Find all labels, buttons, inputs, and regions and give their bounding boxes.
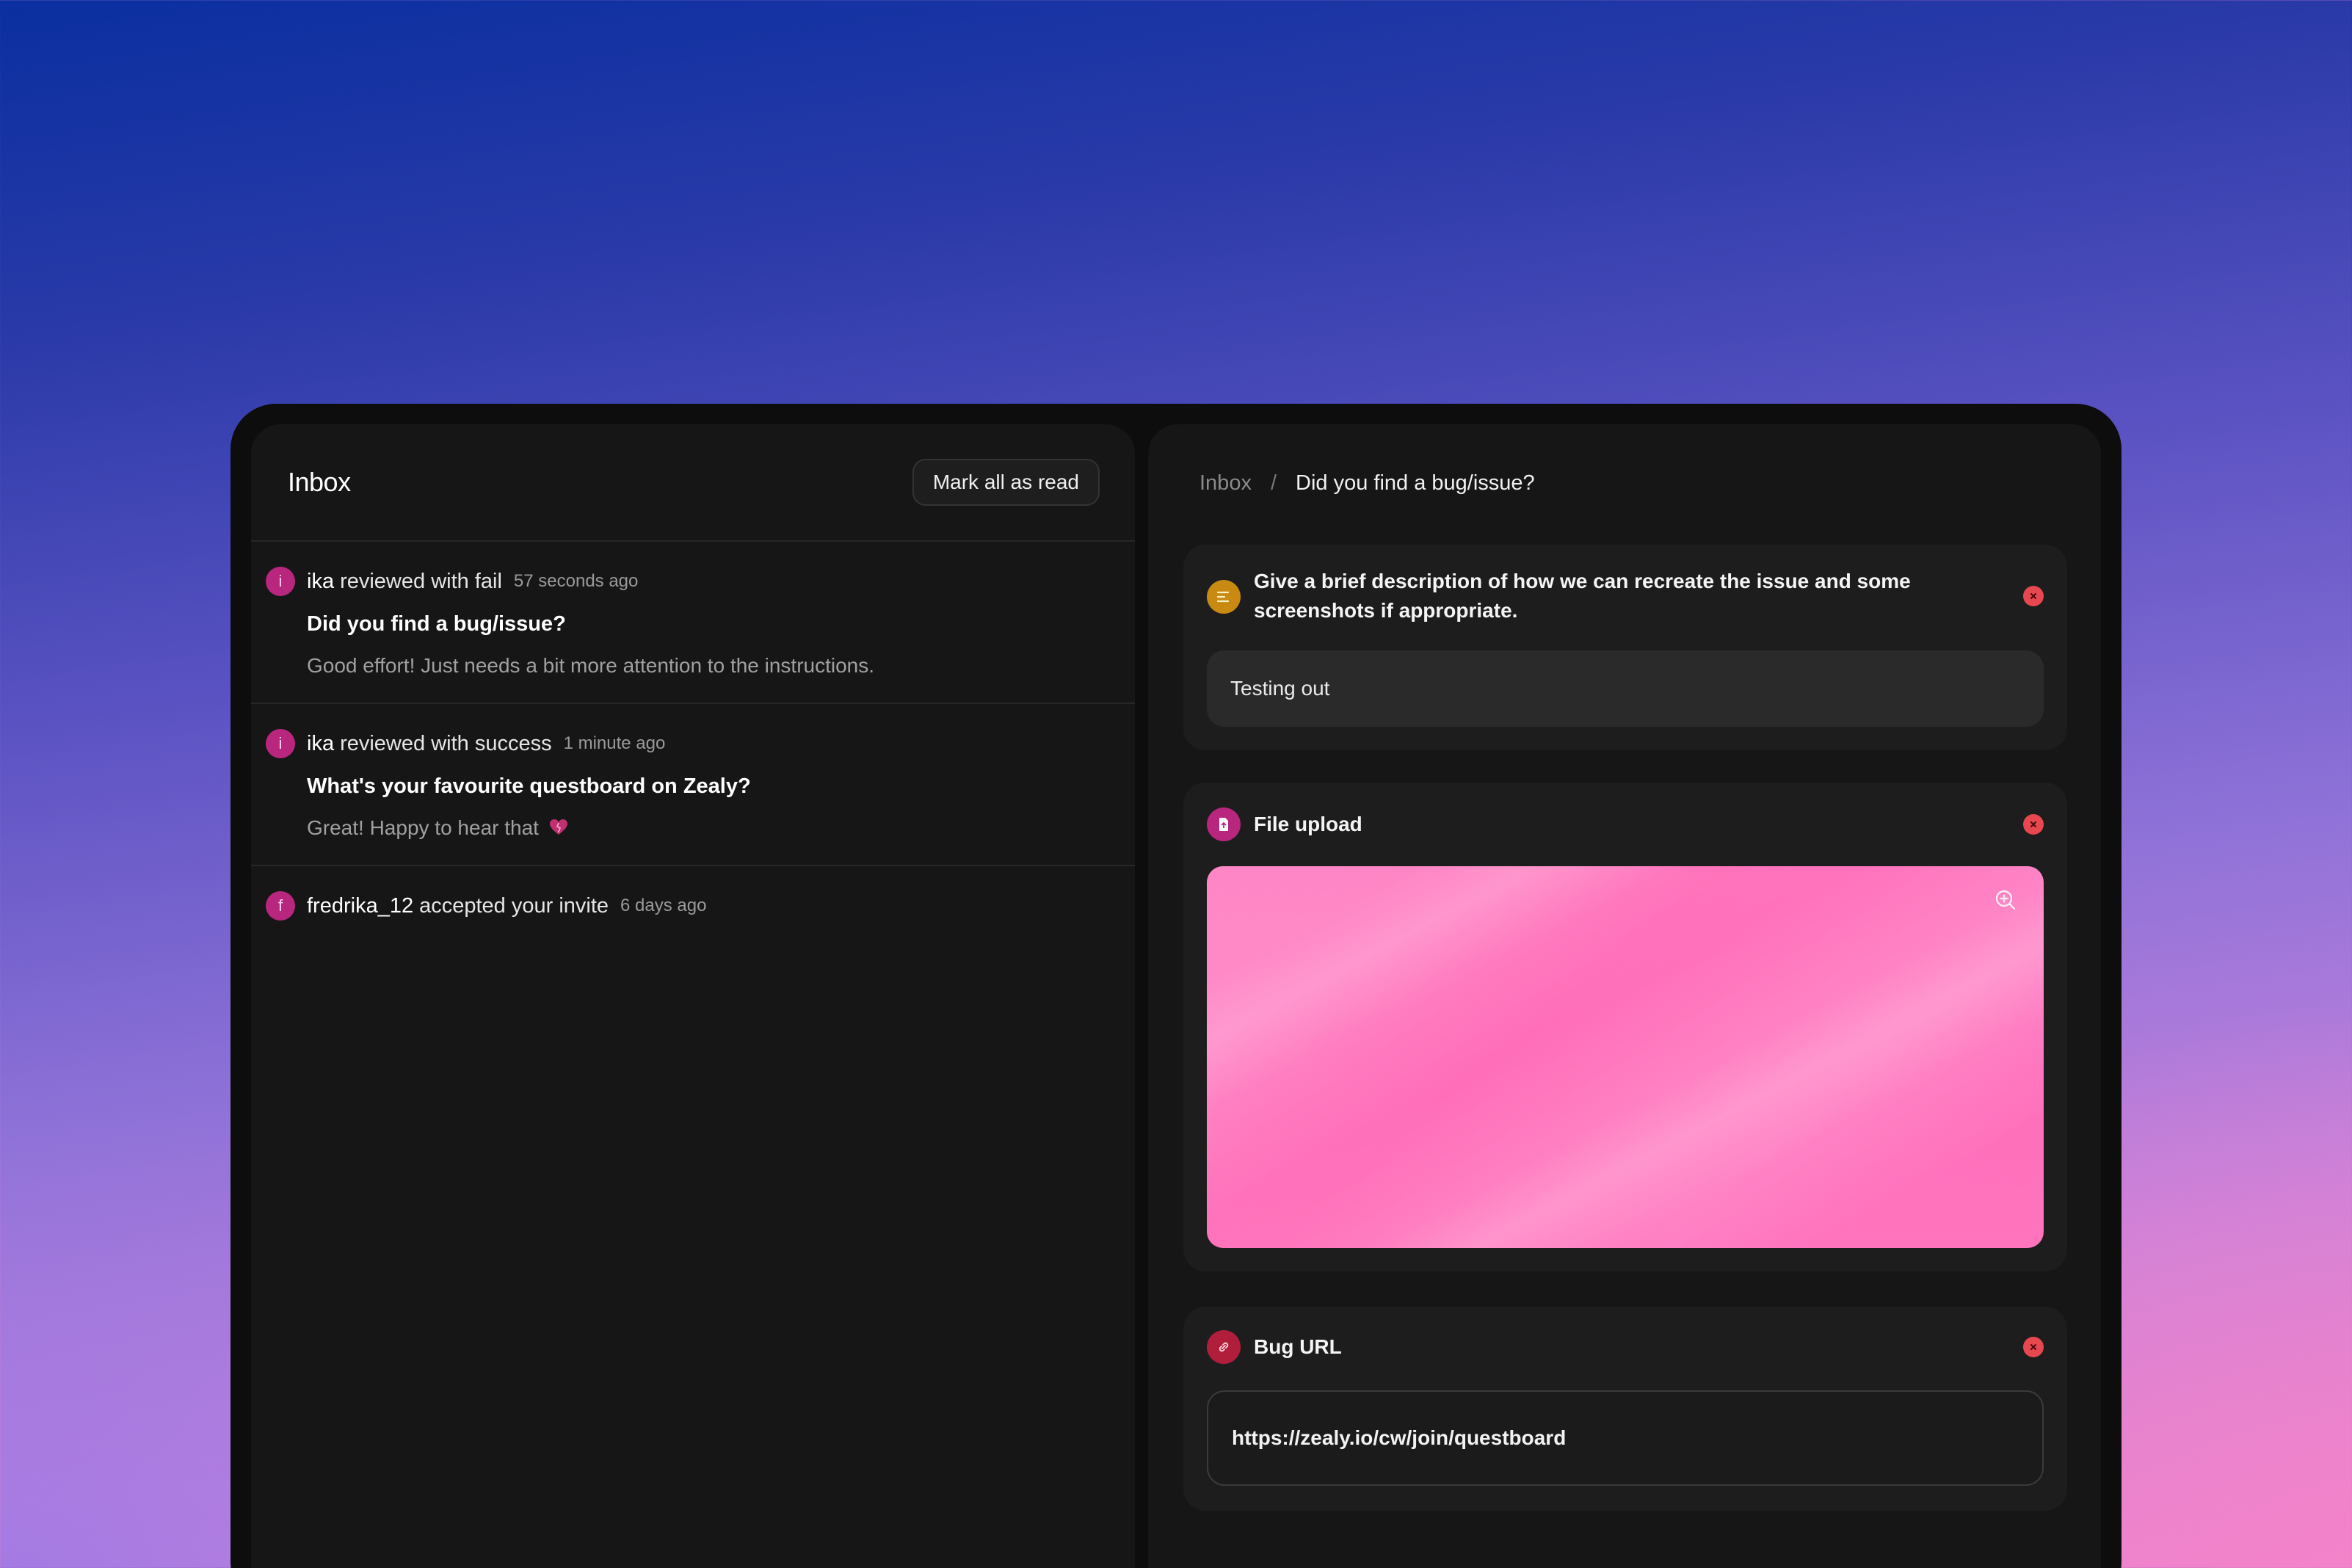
description-answer: Testing out: [1207, 650, 2044, 727]
notification-user: ika: [307, 569, 335, 593]
notification-item[interactable]: f fredrika_12 accepted your invite 6 day…: [251, 866, 1135, 945]
notification-action: accepted your invite: [419, 893, 609, 918]
inbox-panel: Inbox Mark all as read i ika reviewed wi…: [251, 424, 1135, 1568]
zoom-in-icon[interactable]: [1988, 882, 2023, 918]
avatar: i: [266, 729, 295, 758]
fail-icon: [2023, 586, 2044, 606]
bug-url-title: Bug URL: [1254, 1335, 1342, 1358]
notification-user: fredrika_12: [307, 893, 414, 918]
inbox-header: Inbox Mark all as read: [251, 424, 1135, 542]
link-icon: [1207, 1330, 1241, 1364]
description-title: Give a brief description of how we can r…: [1254, 570, 1911, 622]
file-upload-title: File upload: [1254, 813, 1362, 835]
notification-title: Did you find a bug/issue?: [307, 612, 566, 636]
breadcrumb-inbox-link[interactable]: Inbox: [1199, 471, 1252, 496]
file-icon: [1207, 807, 1241, 841]
heart-icon: [549, 819, 567, 835]
mark-all-read-button[interactable]: Mark all as read: [912, 459, 1100, 506]
bug-url-card: Bug URL https://zealy.io/cw/join/questbo…: [1183, 1307, 2067, 1511]
notification-time: 6 days ago: [620, 896, 707, 915]
notification-time: 1 minute ago: [563, 733, 666, 753]
notification-user: ika: [307, 731, 335, 755]
avatar: f: [266, 891, 295, 921]
notification-title: What's your favourite questboard on Zeal…: [307, 774, 751, 798]
breadcrumb-separator: /: [1270, 471, 1277, 495]
notification-action: reviewed with fail: [340, 569, 502, 593]
notification-body: Good effort! Just needs a bit more atten…: [307, 654, 875, 677]
inbox-title: Inbox: [288, 467, 351, 497]
detail-panel: Inbox / Did you find a bug/issue? Give a…: [1148, 424, 2101, 1568]
notification-body-row: Great! Happy to hear that: [307, 816, 1106, 840]
notification-action: reviewed with success: [340, 731, 552, 755]
description-card: Give a brief description of how we can r…: [1183, 545, 2067, 750]
breadcrumb-current: Did you find a bug/issue?: [1296, 471, 1535, 495]
text-lines-icon: [1207, 580, 1241, 614]
notification-item[interactable]: i ika reviewed with success 1 minute ago…: [251, 704, 1135, 866]
breadcrumb: Inbox / Did you find a bug/issue?: [1148, 424, 2101, 542]
notification-time: 57 seconds ago: [513, 571, 639, 591]
avatar: i: [266, 567, 295, 596]
uploaded-image[interactable]: [1207, 866, 2044, 1248]
bug-url-value[interactable]: https://zealy.io/cw/join/questboard: [1207, 1390, 2044, 1486]
notification-body: Great! Happy to hear that: [307, 816, 539, 839]
notification-item[interactable]: i ika reviewed with fail 57 seconds ago …: [251, 542, 1135, 704]
file-upload-card: File upload: [1183, 783, 2067, 1271]
fail-icon: [2023, 814, 2044, 835]
fail-icon: [2023, 1337, 2044, 1357]
app-window: Inbox Mark all as read i ika reviewed wi…: [231, 404, 2121, 1568]
